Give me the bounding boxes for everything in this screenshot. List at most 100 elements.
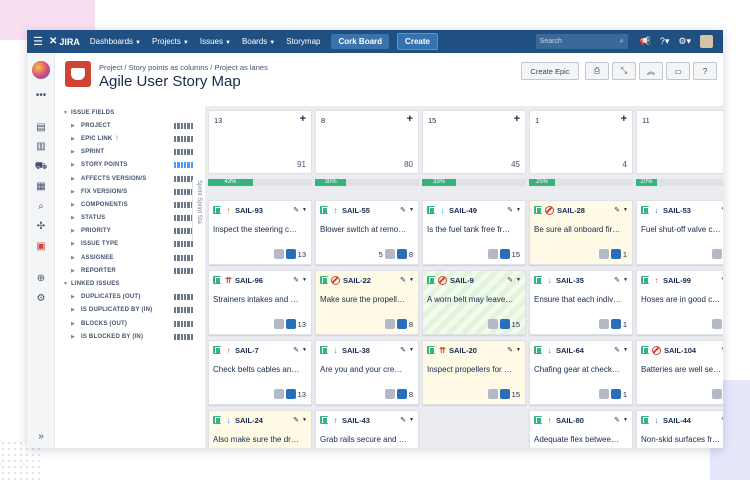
chevron-down-icon[interactable]: ▼ xyxy=(623,347,628,353)
backlog-icon[interactable]: ▤ xyxy=(34,122,48,134)
field-item[interactable]: ▶ REPORTER xyxy=(63,264,193,277)
issue-key[interactable]: SAIL-28 xyxy=(557,206,585,215)
issue-card[interactable]: ⇈ SAIL-96 ✎ ▼ Strainers intakes and … 13 xyxy=(208,270,312,335)
reports-icon[interactable]: ▦ xyxy=(34,181,48,193)
field-item[interactable]: ▶ BLOCKS (OUT) xyxy=(63,317,193,330)
grid-toggle-icon[interactable] xyxy=(174,254,193,261)
menu-icon[interactable]: ☰ xyxy=(27,35,49,48)
create-button[interactable]: Create xyxy=(397,33,438,50)
field-item[interactable]: ▶ FIX VERSION/S xyxy=(63,185,193,198)
jira-logo[interactable]: ✕ JIRA xyxy=(49,36,80,47)
issue-key[interactable]: SAIL-44 xyxy=(663,416,691,425)
print-icon[interactable]: ⎙ xyxy=(585,62,609,80)
grid-toggle-icon[interactable] xyxy=(174,228,193,235)
issue-key[interactable]: SAIL-24 xyxy=(235,416,263,425)
edit-icon[interactable]: ✎ xyxy=(721,276,723,284)
nav-item-storymap[interactable]: Storymap xyxy=(286,37,320,46)
add-icon[interactable]: + xyxy=(621,113,627,125)
issue-card[interactable]: ↑ SAIL-80 ✎ ▼ Adequate flex betwee… xyxy=(529,410,633,448)
chevron-down-icon[interactable]: ▼ xyxy=(302,417,307,423)
field-item[interactable]: ▶ EPIC LINK ‼ xyxy=(63,132,193,145)
grid-toggle-icon[interactable] xyxy=(174,175,193,182)
help-icon[interactable]: ?▾ xyxy=(660,36,670,47)
issue-key[interactable]: SAIL-43 xyxy=(342,416,370,425)
edit-icon[interactable]: ✎ xyxy=(400,276,406,284)
grid-toggle-icon[interactable] xyxy=(174,307,193,314)
issue-key[interactable]: SAIL-22 xyxy=(343,276,371,285)
chevron-down-icon[interactable]: ▼ xyxy=(516,347,521,353)
edit-icon[interactable]: ✎ xyxy=(507,276,513,284)
chevron-down-icon[interactable]: ▼ xyxy=(302,277,307,283)
help-icon[interactable]: ? xyxy=(693,62,717,80)
issue-card[interactable]: ↓ SAIL-38 ✎ ▼ Are you and your cre… 8 xyxy=(315,340,419,405)
issue-key[interactable]: SAIL-9 xyxy=(450,276,474,285)
edit-icon[interactable]: ✎ xyxy=(400,346,406,354)
issue-key[interactable]: SAIL-53 xyxy=(663,206,691,215)
grid-toggle-icon[interactable] xyxy=(174,241,193,248)
add-icon[interactable]: + xyxy=(300,113,306,125)
issue-card[interactable]: ↑ SAIL-43 ✎ ▼ Grab rails secure and … xyxy=(315,410,419,448)
issue-key[interactable]: SAIL-49 xyxy=(449,206,477,215)
issue-card[interactable]: ↓ SAIL-49 ✎ ▼ Is the fuel tank free fr… 15 xyxy=(422,200,526,265)
nav-item-projects[interactable]: Projects ▼ xyxy=(152,37,189,46)
edit-icon[interactable]: ✎ xyxy=(400,416,406,424)
field-item[interactable]: ▶ SPRINT xyxy=(63,146,193,159)
breadcrumb[interactable]: Project / Story points as columns / Proj… xyxy=(99,63,268,72)
chevron-down-icon[interactable]: ▼ xyxy=(409,347,414,353)
edit-icon[interactable]: ✎ xyxy=(507,346,513,354)
issue-key[interactable]: SAIL-55 xyxy=(342,206,370,215)
issue-card[interactable]: ↑SAIL-99✎▼Hoses are in good c… xyxy=(636,270,723,335)
nav-item-issues[interactable]: Issues ▼ xyxy=(200,37,231,46)
issue-card[interactable]: ↓ SAIL-24 ✎ ▼ Also make sure the dr… xyxy=(208,410,312,448)
chevron-down-icon[interactable]: ▼ xyxy=(516,207,521,213)
nav-item-boards[interactable]: Boards ▼ xyxy=(242,37,275,46)
chevron-down-icon[interactable]: ▼ xyxy=(623,417,628,423)
settings-icon[interactable]: ⚙ xyxy=(34,293,48,305)
issue-card[interactable]: ↓ SAIL-35 ✎ ▼ Ensure that each indiv… 1 xyxy=(529,270,633,335)
field-item[interactable]: ▶ STORY POINTS xyxy=(63,159,193,172)
edit-icon[interactable]: ✎ xyxy=(614,206,620,214)
grid-toggle-icon[interactable] xyxy=(174,201,193,208)
edit-icon[interactable]: ✎ xyxy=(293,346,299,354)
edit-icon[interactable]: ✎ xyxy=(293,416,299,424)
field-item[interactable]: ▶ DUPLICATES (OUT) xyxy=(63,291,193,304)
issue-card[interactable]: ↑ SAIL-7 ✎ ▼ Check belts cables an… 13 xyxy=(208,340,312,405)
more-icon[interactable]: ••• xyxy=(34,90,48,102)
add-icon[interactable]: + xyxy=(407,113,413,125)
field-item[interactable]: ▶ COMPONENT/S xyxy=(63,198,193,211)
chevron-down-icon[interactable]: ▼ xyxy=(623,207,628,213)
issue-card[interactable]: ⇈ SAIL-20 ✎ ▼ Inspect propellers for … 15 xyxy=(422,340,526,405)
issue-key[interactable]: SAIL-80 xyxy=(556,416,584,425)
field-item[interactable]: ▶ AFFECTS VERSION/S xyxy=(63,172,193,185)
create-epic-button[interactable]: Create Epic xyxy=(521,62,579,80)
grid-toggle-icon[interactable] xyxy=(174,294,193,301)
edit-icon[interactable]: ✎ xyxy=(293,206,299,214)
collapse-icon[interactable]: ⤡ xyxy=(612,62,636,80)
field-group-heading[interactable]: ▼ ISSUE FIELDS xyxy=(63,106,193,119)
edit-icon[interactable]: ✎ xyxy=(614,346,620,354)
issue-key[interactable]: SAIL-20 xyxy=(449,346,477,355)
chevron-down-icon[interactable]: ▼ xyxy=(516,277,521,283)
edit-icon[interactable]: ✎ xyxy=(293,276,299,284)
issue-key[interactable]: SAIL-104 xyxy=(664,346,696,355)
grid-toggle-icon[interactable] xyxy=(174,188,193,195)
issue-key[interactable]: SAIL-64 xyxy=(556,346,584,355)
issues-icon[interactable]: ⌕ xyxy=(34,201,48,213)
field-item[interactable]: ▶ IS BLOCKED BY (IN) xyxy=(63,330,193,343)
field-item[interactable]: ▶ PRIORITY xyxy=(63,225,193,238)
releases-icon[interactable]: ⛟ xyxy=(34,161,48,173)
grid-toggle-icon[interactable] xyxy=(174,215,193,222)
field-item[interactable]: ▶ STATUS xyxy=(63,212,193,225)
grid-toggle-icon[interactable] xyxy=(174,320,193,327)
board-icon[interactable]: ▥ xyxy=(34,141,48,153)
chevron-down-icon[interactable]: ▼ xyxy=(409,207,414,213)
issue-card[interactable]: SAIL-9 ✎ ▼ A worn belt may leave… 15 xyxy=(422,270,526,335)
chevron-down-icon[interactable]: ▼ xyxy=(409,277,414,283)
edit-icon[interactable]: ✎ xyxy=(614,416,620,424)
grid-toggle-icon[interactable] xyxy=(174,333,193,340)
field-item[interactable]: ▶ ISSUE TYPE xyxy=(63,238,193,251)
issue-card[interactable]: SAIL-28 ✎ ▼ Be sure all onboard fir… 1 xyxy=(529,200,633,265)
add-icon[interactable]: + xyxy=(514,113,520,125)
chevron-down-icon[interactable]: ▼ xyxy=(302,207,307,213)
edit-icon[interactable]: ✎ xyxy=(721,206,723,214)
